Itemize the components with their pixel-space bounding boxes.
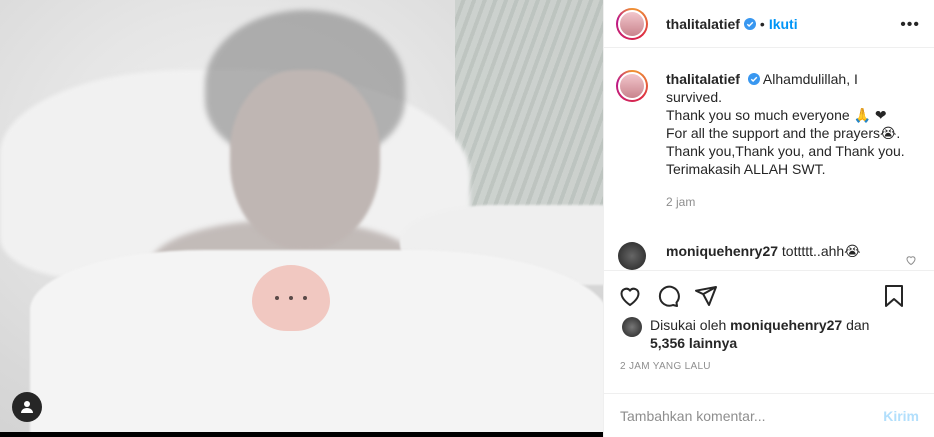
likes-count[interactable]: 5,356 lainnya bbox=[650, 335, 737, 351]
caption: thalitalatief Alhamdulillah, I survived.… bbox=[604, 70, 934, 211]
caption-username[interactable]: thalitalatief bbox=[666, 71, 740, 87]
caption-line: Thank you,Thank you, and Thank you. bbox=[666, 143, 905, 159]
likes-summary: Disukai oleh moniquehenry27 dan 5,356 la… bbox=[622, 316, 920, 352]
add-comment-bar: Kirim bbox=[604, 393, 934, 437]
author-username[interactable]: thalitalatief bbox=[666, 16, 740, 32]
send-icon bbox=[695, 286, 717, 306]
follow-button[interactable]: Ikuti bbox=[769, 16, 798, 32]
verified-badge-icon bbox=[743, 17, 756, 30]
save-button[interactable] bbox=[882, 284, 906, 308]
likes-joiner: dan bbox=[846, 317, 870, 333]
action-bar bbox=[618, 282, 920, 310]
caption-line: Thank you so much everyone 🙏 ❤ bbox=[666, 107, 887, 123]
divider bbox=[604, 270, 934, 271]
photo-bottom-edge bbox=[0, 432, 603, 437]
commenter-username[interactable]: moniquehenry27 bbox=[666, 243, 778, 259]
liker-username[interactable]: moniquehenry27 bbox=[730, 317, 842, 333]
separator-dot: • bbox=[759, 15, 765, 32]
caption-line: Terimakasih ALLAH SWT. bbox=[666, 161, 826, 177]
caption-line: For all the support and the prayers😭. bbox=[666, 125, 901, 141]
share-button[interactable] bbox=[694, 284, 718, 308]
user-icon bbox=[21, 401, 33, 413]
caption-line: survived. bbox=[666, 89, 723, 105]
like-button[interactable] bbox=[618, 284, 642, 308]
caption-avatar[interactable] bbox=[616, 70, 648, 102]
author-avatar[interactable] bbox=[616, 7, 648, 40]
post-comment-button[interactable]: Kirim bbox=[883, 408, 919, 424]
heart-icon bbox=[620, 287, 640, 307]
bed-rail bbox=[455, 0, 603, 220]
face bbox=[230, 70, 380, 250]
liker-avatar[interactable] bbox=[622, 317, 642, 337]
comment-icon bbox=[658, 285, 680, 307]
post-timestamp[interactable]: 2 JAM YANG LALU bbox=[620, 361, 711, 372]
caption-line: Alhamdulillah, I bbox=[762, 71, 858, 87]
comment-item: moniquehenry27 tottttt..ahh😭 bbox=[604, 242, 934, 270]
verified-badge-icon bbox=[747, 73, 760, 85]
caption-time[interactable]: 2 jam bbox=[666, 193, 905, 211]
post-header: thalitalatief • Ikuti ••• bbox=[604, 0, 934, 48]
tagged-users-button[interactable] bbox=[12, 392, 42, 422]
heart-sticker bbox=[252, 265, 330, 331]
likes-prefix: Disukai oleh bbox=[650, 317, 727, 333]
comment-button[interactable] bbox=[656, 284, 680, 308]
comment-text: tottttt..ahh😭 bbox=[781, 243, 861, 259]
commenter-avatar[interactable] bbox=[618, 242, 646, 270]
comments-list: thalitalatief Alhamdulillah, I survived.… bbox=[604, 70, 934, 270]
more-options-icon[interactable]: ••• bbox=[900, 16, 920, 34]
post-photo[interactable] bbox=[0, 0, 603, 437]
like-comment-icon[interactable] bbox=[905, 254, 917, 266]
bookmark-icon bbox=[885, 285, 903, 307]
post-panel: thalitalatief • Ikuti ••• thalitalatief … bbox=[603, 0, 934, 437]
comment-input[interactable] bbox=[620, 407, 884, 424]
